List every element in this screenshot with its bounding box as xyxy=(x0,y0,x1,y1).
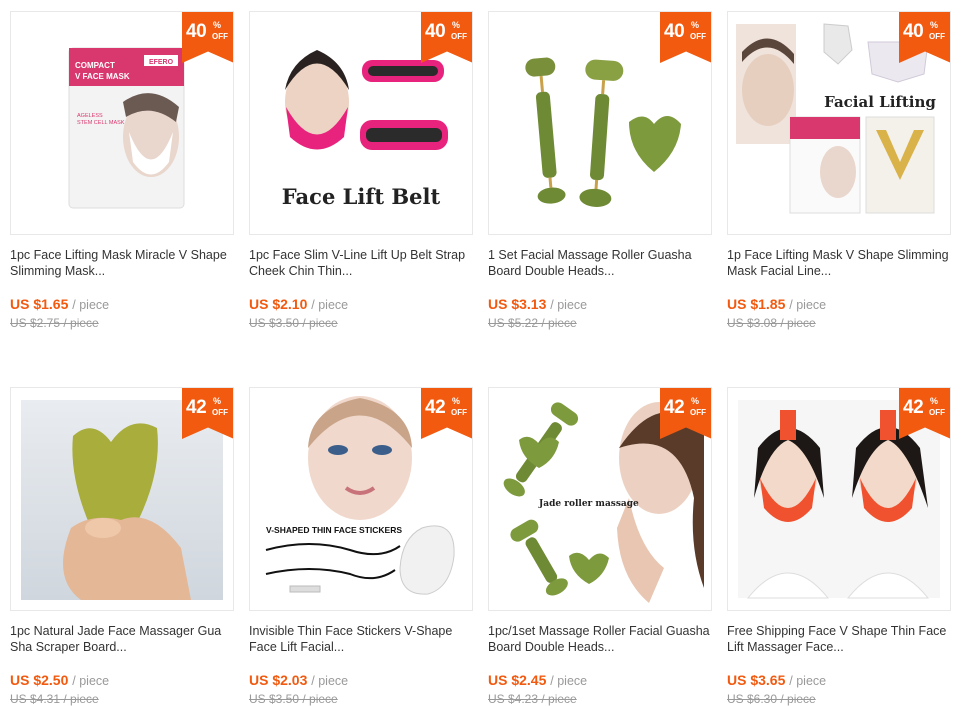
original-price: US $4.31 / piece xyxy=(10,692,99,706)
product-title[interactable]: Invisible Thin Face Stickers V-Shape Fac… xyxy=(249,623,473,655)
product-title[interactable]: 1pc Natural Jade Face Massager Gua Sha S… xyxy=(10,623,234,655)
price-unit: / piece xyxy=(789,298,827,312)
discount-percent-sign: % xyxy=(213,396,222,406)
product-title[interactable]: 1 Set Facial Massage Roller Guasha Board… xyxy=(488,247,712,279)
original-price: US $3.50 / piece xyxy=(249,316,338,330)
product-title[interactable]: 1pc Face Lifting Mask Miracle V Shape Sl… xyxy=(10,247,234,279)
discount-percent-sign: % xyxy=(452,396,461,406)
image-caption: Face Lift Belt xyxy=(282,184,441,209)
product-price: US $2.50 / piece xyxy=(10,672,109,688)
discount-off-label: OFF xyxy=(929,408,945,417)
product-price: US $2.45 / piece xyxy=(488,672,587,688)
product-image[interactable]: V-SHAPED THIN FACE STICKERS 42 % OFF xyxy=(249,387,473,611)
discount-percent-sign: % xyxy=(452,20,461,30)
discount-off-label: OFF xyxy=(212,408,228,417)
discount-value: 42 xyxy=(186,397,207,418)
price-unit: / piece xyxy=(789,674,827,688)
discount-off-label: OFF xyxy=(929,32,945,41)
price-value: US $1.65 xyxy=(10,296,69,312)
discount-value: 40 xyxy=(425,21,446,42)
discount-off-label: OFF xyxy=(690,32,706,41)
discount-value: 40 xyxy=(903,21,924,42)
product-price: US $2.10 / piece xyxy=(249,296,348,312)
product-price: US $1.65 / piece xyxy=(10,296,109,312)
product-grid: EFERO COMPACT V FACE MASK AGELESS STEM C… xyxy=(0,0,963,706)
image-caption: V-SHAPED THIN FACE STICKERS xyxy=(266,525,402,535)
price-value: US $2.45 xyxy=(488,672,547,688)
price-value: US $3.65 xyxy=(727,672,786,688)
product-price: US $3.65 / piece xyxy=(727,672,826,688)
discount-percent-sign: % xyxy=(213,20,222,30)
pack-sub-1: AGELESS xyxy=(77,113,103,119)
discount-off-label: OFF xyxy=(451,408,467,417)
pack-sub-2: STEM CELL MASK xyxy=(77,120,125,126)
brand-label: EFERO xyxy=(149,59,174,66)
discount-off-label: OFF xyxy=(451,32,467,41)
product-price: US $2.03 / piece xyxy=(249,672,348,688)
image-caption: Jade roller massage xyxy=(538,499,639,509)
price-value: US $1.85 xyxy=(727,296,786,312)
original-price: US $6.30 / piece xyxy=(727,692,816,706)
price-unit: / piece xyxy=(311,674,349,688)
price-unit: / piece xyxy=(550,298,588,312)
discount-percent-sign: % xyxy=(930,20,939,30)
price-value: US $2.10 xyxy=(249,296,308,312)
price-unit: / piece xyxy=(72,298,110,312)
discount-value: 42 xyxy=(903,397,924,418)
product-title[interactable]: 1pc Face Slim V-Line Lift Up Belt Strap … xyxy=(249,247,473,279)
pack-title-2: V FACE MASK xyxy=(75,72,130,81)
pack-title-1: COMPACT xyxy=(75,61,115,70)
price-value: US $3.13 xyxy=(488,296,547,312)
discount-value: 42 xyxy=(425,397,446,418)
product-price: US $3.13 / piece xyxy=(488,296,587,312)
discount-off-label: OFF xyxy=(690,408,706,417)
original-price: US $3.08 / piece xyxy=(727,316,816,330)
original-price: US $2.75 / piece xyxy=(10,316,99,330)
discount-value: 40 xyxy=(664,21,685,42)
product-image[interactable]: Facial Lifting 40 % OFF xyxy=(727,11,951,235)
product-image[interactable]: 42 % OFF xyxy=(10,387,234,611)
discount-value: 40 xyxy=(186,21,207,42)
discount-off-label: OFF xyxy=(212,32,228,41)
product-title[interactable]: 1p Face Lifting Mask V Shape Slimming Ma… xyxy=(727,247,951,279)
product-image[interactable]: Face Lift Belt 40 % OFF xyxy=(249,11,473,235)
original-price: US $5.22 / piece xyxy=(488,316,577,330)
product-image[interactable]: EFERO COMPACT V FACE MASK AGELESS STEM C… xyxy=(10,11,234,235)
price-unit: / piece xyxy=(311,298,349,312)
discount-percent-sign: % xyxy=(691,396,700,406)
product-price: US $1.85 / piece xyxy=(727,296,826,312)
product-title[interactable]: 1pc/1set Massage Roller Facial Guasha Bo… xyxy=(488,623,712,655)
original-price: US $3.50 / piece xyxy=(249,692,338,706)
product-image[interactable]: 40 % OFF xyxy=(488,11,712,235)
price-value: US $2.50 xyxy=(10,672,69,688)
original-price: US $4.23 / piece xyxy=(488,692,577,706)
price-unit: / piece xyxy=(72,674,110,688)
product-image[interactable]: Jade roller massage 42 % OFF xyxy=(488,387,712,611)
price-unit: / piece xyxy=(550,674,588,688)
product-title[interactable]: Free Shipping Face V Shape Thin Face Lif… xyxy=(727,623,951,655)
discount-percent-sign: % xyxy=(930,396,939,406)
image-caption: Facial Lifting xyxy=(824,93,936,111)
price-value: US $2.03 xyxy=(249,672,308,688)
discount-percent-sign: % xyxy=(691,20,700,30)
product-image[interactable]: 42 % OFF xyxy=(727,387,951,611)
discount-value: 42 xyxy=(664,397,685,418)
